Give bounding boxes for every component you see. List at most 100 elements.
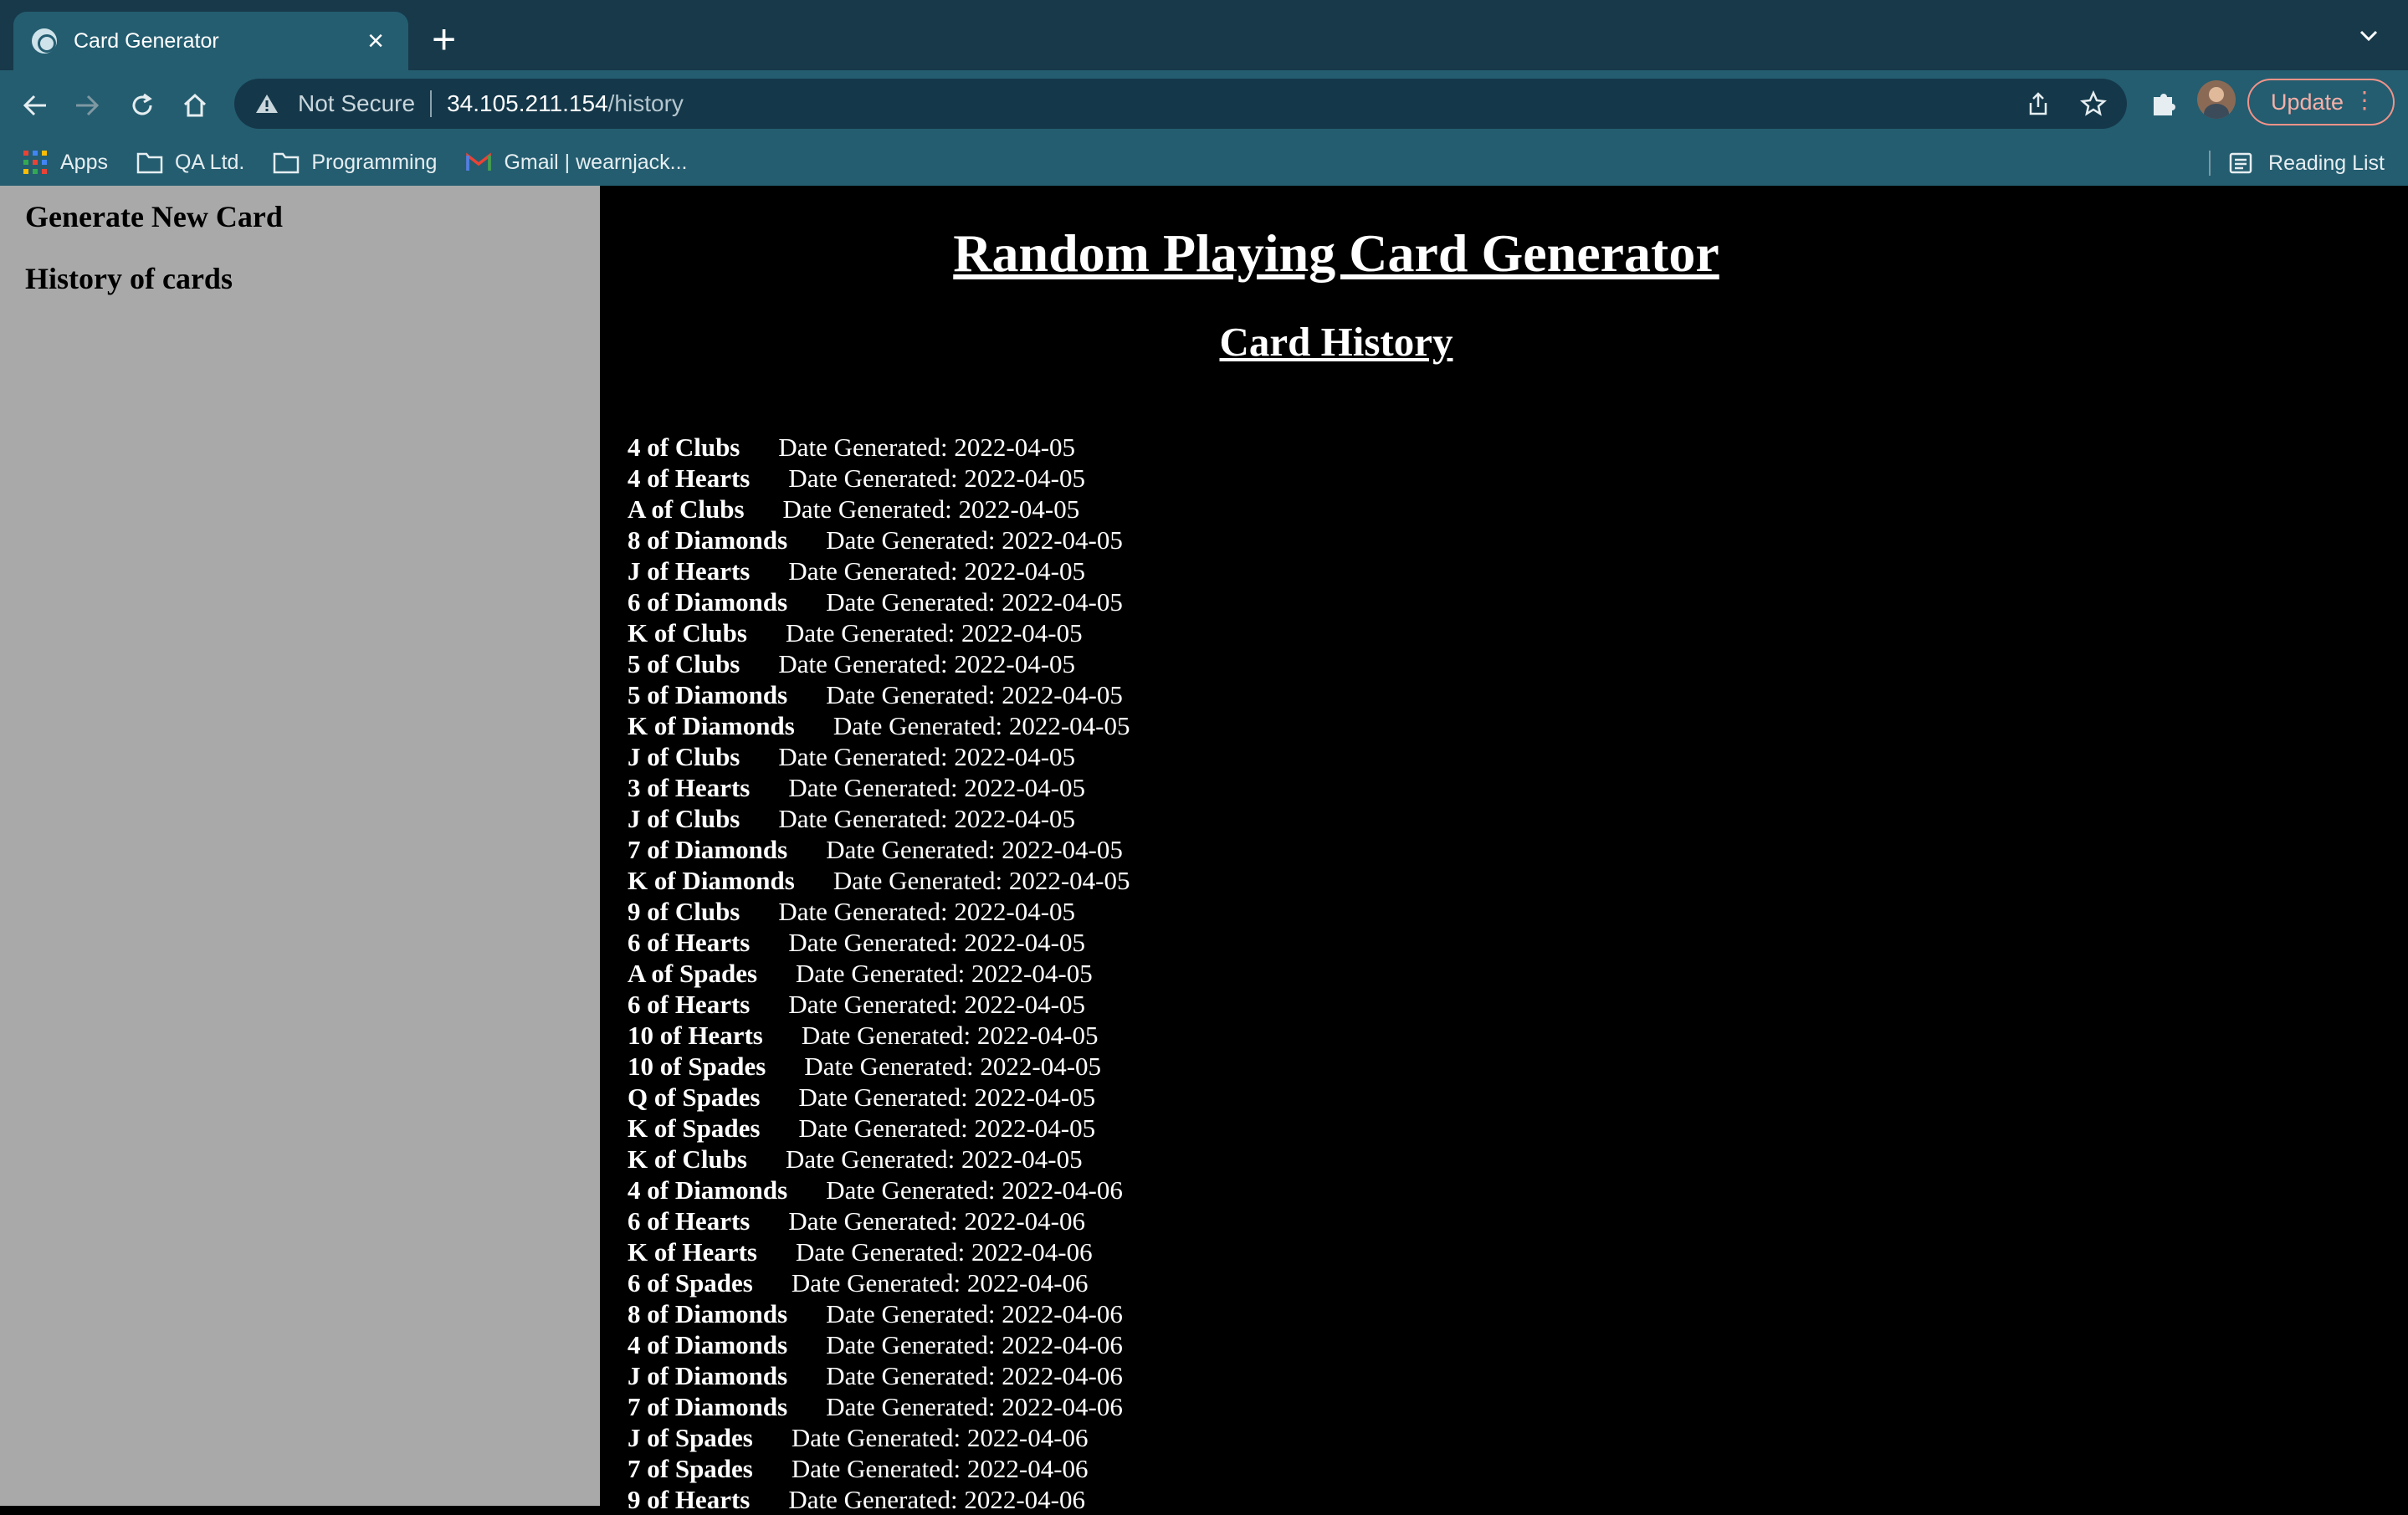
tab-strip: Card Generator × +: [0, 0, 2408, 70]
card-name: 5 of Clubs: [628, 649, 740, 678]
card-name: J of Clubs: [628, 742, 740, 771]
date-label: Date Generated:: [788, 928, 958, 957]
date-label: Date Generated:: [804, 1052, 974, 1081]
date-value: 2022-04-05: [964, 928, 1085, 957]
security-label: Not Secure: [298, 90, 416, 116]
date-label: Date Generated:: [791, 1423, 961, 1452]
bookmark-apps[interactable]: Apps: [23, 151, 108, 175]
date-value: 2022-04-05: [954, 804, 1076, 833]
list-item: 6 of Spades Date Generated: 2022-04-06: [628, 1267, 1130, 1298]
back-button[interactable]: [17, 87, 54, 124]
list-item: J of Clubs Date Generated: 2022-04-05: [628, 741, 1130, 772]
forward-button[interactable]: [69, 87, 105, 124]
list-item: 5 of Clubs Date Generated: 2022-04-05: [628, 648, 1130, 679]
date-label: Date Generated:: [778, 649, 948, 678]
bookmark-label: Apps: [60, 150, 108, 174]
list-item: Q of Spades Date Generated: 2022-04-05: [628, 1082, 1130, 1113]
browser-tab[interactable]: Card Generator ×: [13, 12, 408, 70]
bookmark-label: QA Ltd.: [174, 150, 245, 174]
date-label: Date Generated:: [826, 1392, 996, 1421]
bookmark-label: Gmail | wearnjack...: [504, 150, 688, 174]
date-value: 2022-04-06: [1002, 1361, 1123, 1390]
card-name: J of Clubs: [628, 804, 740, 833]
bookmark-programming[interactable]: Programming: [273, 151, 437, 175]
list-item: K of Hearts Date Generated: 2022-04-06: [628, 1236, 1130, 1267]
arrow-left-icon: [23, 95, 46, 116]
date-value: 2022-04-06: [1002, 1330, 1123, 1359]
puzzle-icon[interactable]: [2147, 87, 2180, 120]
card-name: 7 of Diamonds: [628, 835, 788, 864]
reading-list-button[interactable]: Reading List: [2228, 151, 2385, 176]
date-value: 2022-04-05: [958, 494, 1080, 524]
share-icon[interactable]: [2025, 90, 2052, 117]
card-name: 5 of Diamonds: [628, 680, 788, 709]
date-value: 2022-04-05: [974, 1083, 1096, 1112]
update-button[interactable]: Update ⋮: [2247, 79, 2395, 125]
card-name: J of Diamonds: [628, 1361, 788, 1390]
card-name: 6 of Hearts: [628, 928, 751, 957]
list-item: 6 of Diamonds Date Generated: 2022-04-05: [628, 586, 1130, 617]
date-value: 2022-04-05: [961, 618, 1083, 647]
date-label: Date Generated:: [778, 432, 948, 462]
bookmark-gmail[interactable]: Gmail | wearnjack...: [465, 150, 688, 175]
card-name: K of Spades: [628, 1113, 761, 1143]
date-value: 2022-04-06: [966, 1454, 1089, 1483]
card-name: 6 of Hearts: [628, 990, 751, 1019]
star-icon[interactable]: [2080, 90, 2107, 117]
reload-button[interactable]: [124, 87, 161, 124]
list-item: K of Diamonds Date Generated: 2022-04-05: [628, 865, 1130, 896]
address-bar[interactable]: Not Secure 34.105.211.154/history: [234, 79, 2127, 129]
list-item: 4 of Diamonds Date Generated: 2022-04-06: [628, 1175, 1130, 1205]
card-name: K of Clubs: [628, 1144, 747, 1174]
date-value: 2022-04-05: [1002, 835, 1123, 864]
date-label: Date Generated:: [788, 1206, 958, 1236]
bookmark-qa-ltd[interactable]: QA Ltd.: [136, 151, 244, 175]
date-value: 2022-04-05: [1002, 680, 1123, 709]
globe-icon: [32, 28, 57, 54]
date-label: Date Generated:: [826, 1175, 996, 1205]
list-item: J of Diamonds Date Generated: 2022-04-06: [628, 1360, 1130, 1391]
more-icon: ⋮: [2353, 87, 2376, 113]
date-value: 2022-04-06: [1002, 1299, 1123, 1328]
date-value: 2022-04-06: [966, 1268, 1089, 1297]
date-value: 2022-04-06: [964, 1206, 1085, 1236]
warning-icon: [256, 95, 278, 113]
close-tab-icon[interactable]: ×: [361, 27, 390, 55]
history-link[interactable]: History of cards: [25, 261, 233, 296]
list-item: 9 of Hearts Date Generated: 2022-04-06: [628, 1484, 1130, 1515]
omnibox-separator: [430, 90, 433, 117]
date-label: Date Generated:: [796, 959, 966, 988]
generate-card-link[interactable]: Generate New Card: [25, 199, 283, 234]
gmail-icon: [466, 152, 492, 171]
new-tab-button[interactable]: +: [432, 18, 456, 60]
date-label: Date Generated:: [826, 835, 996, 864]
card-name: 9 of Clubs: [628, 897, 740, 926]
card-name: 7 of Diamonds: [628, 1392, 788, 1421]
card-name: 4 of Clubs: [628, 432, 740, 462]
date-value: 2022-04-05: [964, 990, 1085, 1019]
date-label: Date Generated:: [788, 990, 958, 1019]
card-name: A of Spades: [628, 959, 758, 988]
list-item: A of Clubs Date Generated: 2022-04-05: [628, 494, 1130, 525]
avatar[interactable]: [2197, 80, 2236, 119]
card-name: K of Hearts: [628, 1237, 757, 1267]
date-value: 2022-04-05: [980, 1052, 1102, 1081]
date-value: 2022-04-05: [974, 1113, 1096, 1143]
card-name: 3 of Hearts: [628, 773, 751, 802]
chevron-down-icon[interactable]: [2358, 25, 2380, 47]
date-label: Date Generated:: [826, 525, 996, 555]
date-value: 2022-04-05: [964, 463, 1085, 493]
list-item: K of Clubs Date Generated: 2022-04-05: [628, 1144, 1130, 1175]
home-button[interactable]: [177, 87, 213, 124]
section-title: Card History: [1219, 319, 1453, 365]
card-name: K of Diamonds: [628, 711, 795, 740]
date-label: Date Generated:: [785, 618, 956, 647]
date-value: 2022-04-06: [1002, 1175, 1123, 1205]
reload-icon: [132, 93, 152, 115]
list-item: J of Hearts Date Generated: 2022-04-05: [628, 555, 1130, 586]
card-name: K of Clubs: [628, 618, 747, 647]
list-item: 6 of Hearts Date Generated: 2022-04-06: [628, 1205, 1130, 1236]
page-content: Generate New Card History of cards Rando…: [0, 186, 2408, 1514]
page-title: Random Playing Card Generator: [953, 223, 1719, 283]
card-name: K of Diamonds: [628, 866, 795, 895]
